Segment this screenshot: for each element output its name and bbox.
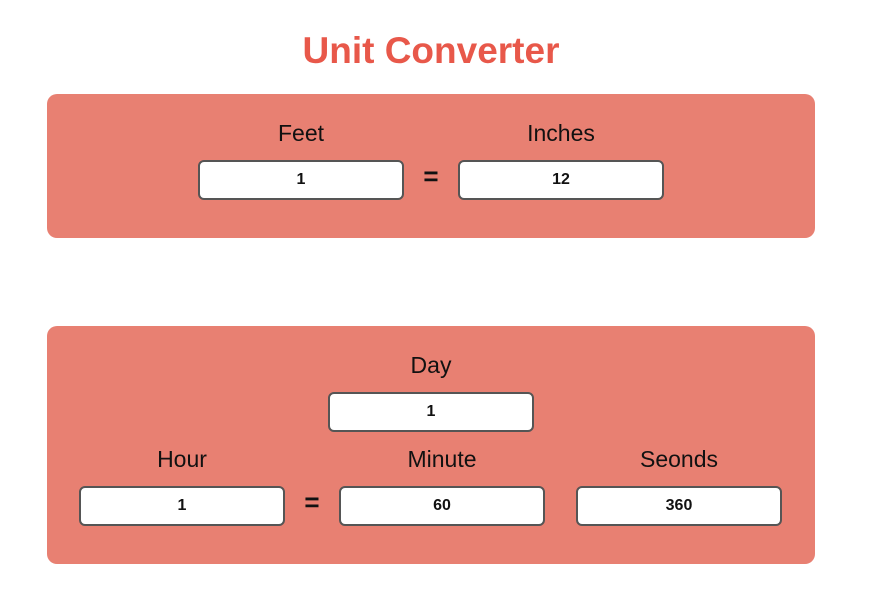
minute-input[interactable] [339, 486, 545, 526]
time-converter-panel: Day Hour Minute Seonds = [47, 326, 815, 564]
hour-input[interactable] [79, 486, 285, 526]
equals-sign: = [304, 487, 320, 517]
feet-input[interactable] [198, 160, 404, 200]
equals-sign: = [423, 161, 439, 191]
minute-label: Minute [407, 446, 477, 472]
seconds-input[interactable] [576, 486, 782, 526]
length-converter-panel: Feet Inches = [47, 94, 815, 238]
inches-input[interactable] [458, 160, 664, 200]
page: Unit Converter Feet Inches = Day Hour Mi… [0, 0, 895, 615]
hour-label: Hour [157, 446, 207, 472]
inches-label: Inches [527, 120, 595, 146]
day-input[interactable] [328, 392, 534, 432]
feet-label: Feet [277, 120, 325, 146]
page-title: Unit Converter [302, 30, 560, 71]
seconds-label: Seonds [639, 446, 718, 472]
day-label: Day [410, 352, 452, 378]
